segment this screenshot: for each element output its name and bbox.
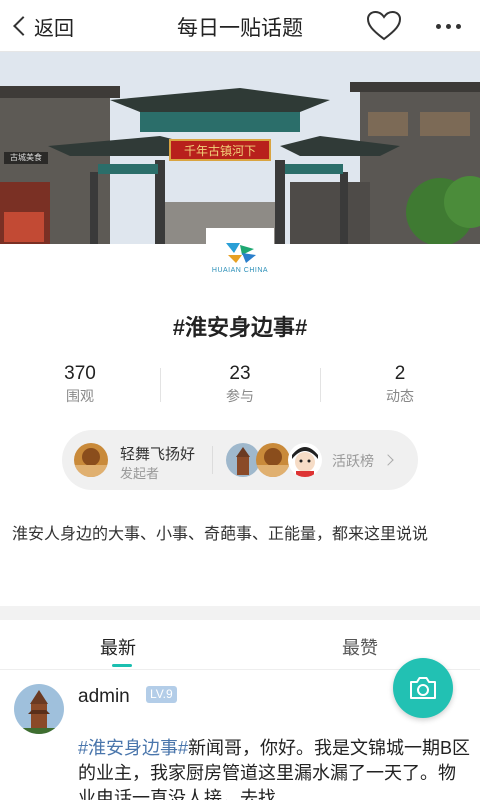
active-tab-indicator bbox=[112, 664, 132, 667]
stat-label: 围观 bbox=[66, 388, 94, 404]
topic-title: #淮安身边事# bbox=[172, 315, 308, 340]
gate-sign-text: 千年古镇河下 bbox=[184, 143, 256, 158]
topic-stats: 370 围观 23 参与 2 动态 bbox=[0, 362, 480, 410]
topic-logo: HUAIAN CHINA bbox=[206, 228, 274, 286]
stat-value: 23 bbox=[229, 363, 251, 384]
topic-banner-image: 千年古镇河下 古城美食 bbox=[0, 52, 480, 244]
tab-most-liked[interactable]: 最赞 bbox=[342, 634, 378, 660]
shop-sign-text: 古城美食 bbox=[10, 152, 42, 162]
post-topic-tag[interactable]: #淮安身边事# bbox=[78, 738, 188, 758]
stat-posts: 2 动态 bbox=[320, 362, 480, 410]
camera-post-button[interactable] bbox=[393, 658, 453, 718]
leaderboard-avatar bbox=[226, 443, 260, 477]
initiator-avatar[interactable] bbox=[74, 443, 108, 477]
logo-caption: HUAIAN CHINA bbox=[211, 266, 269, 274]
huaian-logo-icon bbox=[226, 242, 256, 263]
leaderboard-avatar bbox=[288, 443, 322, 477]
heart-icon[interactable] bbox=[366, 10, 402, 42]
camera-icon bbox=[410, 677, 436, 699]
topic-description: 淮安人身边的大事、小事、奇葩事、正能量，都来这里说说 bbox=[12, 526, 429, 543]
more-icon[interactable] bbox=[432, 12, 464, 40]
leaderboard-avatar bbox=[256, 443, 290, 477]
post-author-avatar[interactable] bbox=[14, 684, 64, 734]
stat-participants: 23 参与 bbox=[160, 362, 320, 410]
initiator-role: 发起者 bbox=[120, 466, 160, 481]
level-badge: LV.9 bbox=[146, 686, 177, 703]
stat-value: 370 bbox=[64, 363, 96, 384]
section-divider bbox=[0, 606, 480, 620]
divider bbox=[212, 446, 213, 474]
stat-label: 参与 bbox=[226, 388, 254, 404]
leaderboard-label[interactable]: 活跃榜 bbox=[332, 451, 374, 471]
post-content[interactable]: #淮安身边事#新闻哥，你好。我是文锦城一期B区的业主，我家厨房管道这里漏水漏了一… bbox=[78, 736, 472, 800]
page-title: 每日一贴话题 bbox=[177, 17, 303, 40]
initiator-name: 轻舞飞扬好 bbox=[120, 446, 196, 463]
initiator-bar[interactable]: 轻舞飞扬好 发起者 活跃榜 bbox=[62, 430, 418, 490]
stat-value: 2 bbox=[394, 363, 406, 384]
top-nav-bar: 返回 每日一贴话题 bbox=[0, 0, 480, 52]
post-author-name[interactable]: admin bbox=[78, 686, 130, 708]
stat-views: 370 围观 bbox=[0, 362, 160, 410]
chevron-right-icon bbox=[382, 454, 394, 466]
stat-label: 动态 bbox=[386, 388, 414, 404]
tab-latest[interactable]: 最新 bbox=[100, 634, 136, 660]
